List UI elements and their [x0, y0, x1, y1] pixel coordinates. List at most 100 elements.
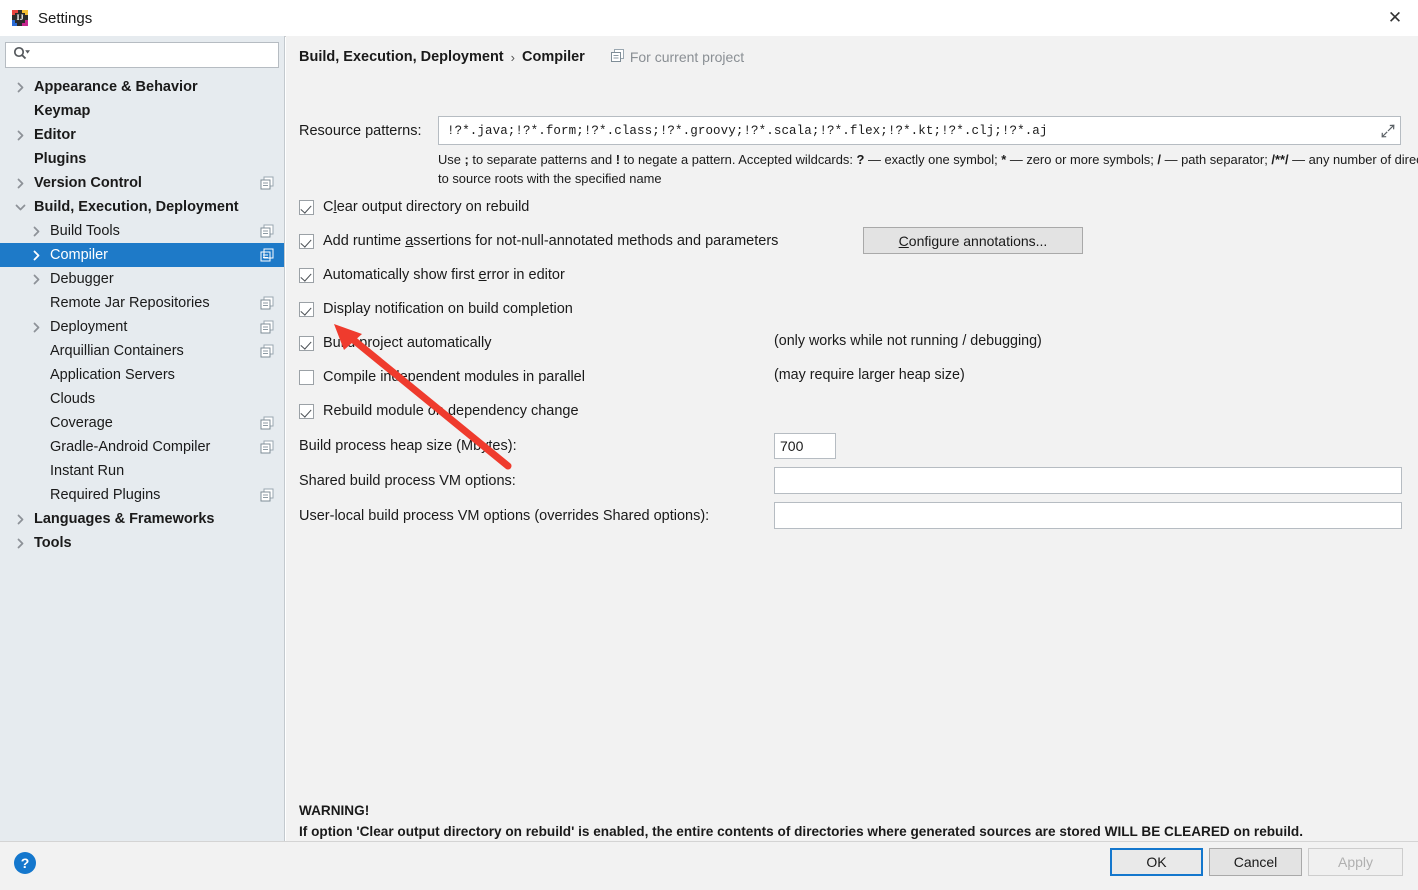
expand-icon[interactable]: [1381, 124, 1395, 141]
checkbox-checked-icon[interactable]: [299, 267, 314, 283]
checkbox-checked-icon[interactable]: [299, 403, 314, 419]
sidebar-item-build-tools[interactable]: Build Tools: [0, 219, 284, 243]
warning-message: WARNING! If option 'Clear output directo…: [299, 801, 1404, 842]
chevron-right-icon[interactable]: [12, 507, 28, 531]
apply-button[interactable]: Apply: [1308, 848, 1403, 876]
field-input[interactable]: [775, 434, 835, 458]
checkbox-checked-icon[interactable]: [299, 335, 314, 351]
sidebar-item-label: Build Tools: [50, 223, 120, 239]
sidebar-item-label: Deployment: [50, 319, 128, 335]
search-input[interactable]: [32, 47, 256, 63]
checkbox-display-notification-on-build-completion[interactable]: Display notification on build completion: [299, 299, 573, 319]
field-user-local-build-process-vm-options-overrides-shared-options[interactable]: [774, 502, 1402, 529]
sidebar-item-label: Coverage: [50, 415, 113, 431]
sidebar-item-plugins[interactable]: Plugins: [0, 147, 284, 171]
field-input[interactable]: [775, 503, 1401, 528]
sidebar-item-label: Arquillian Containers: [50, 343, 184, 359]
configure-annotations-button[interactable]: Configure annotations...: [863, 227, 1083, 254]
checkbox-compile-independent-modules-in-parallel[interactable]: Compile independent modules in parallel: [299, 367, 585, 387]
field-shared-build-process-vm-options[interactable]: [774, 467, 1402, 494]
checkbox-checked-icon[interactable]: [299, 233, 314, 249]
checkbox-checked-icon[interactable]: [299, 301, 314, 317]
sidebar-item-remote-jar-repositories[interactable]: Remote Jar Repositories: [0, 291, 284, 315]
sidebar-item-coverage[interactable]: Coverage: [0, 411, 284, 435]
chevron-right-icon[interactable]: [28, 243, 44, 267]
resource-patterns-help-text: Use ; to separate patterns and ! to nega…: [438, 152, 1418, 186]
ok-button[interactable]: OK: [1110, 848, 1203, 876]
for-current-project-text: For current project: [629, 49, 745, 65]
sidebar-item-gradle-android-compiler[interactable]: Gradle-Android Compiler: [0, 435, 284, 459]
sidebar-item-tools[interactable]: Tools: [0, 531, 284, 555]
breadcrumb-parent[interactable]: Build, Execution, Deployment: [299, 49, 504, 65]
help-button[interactable]: ?: [14, 852, 36, 874]
field-input[interactable]: [775, 468, 1401, 493]
field-label-build-process-heap-size-mbytes: Build process heap size (Mbytes):: [299, 438, 517, 454]
sidebar-item-build-execution-deployment[interactable]: Build, Execution, Deployment: [0, 195, 284, 219]
chevron-right-icon[interactable]: [12, 531, 28, 555]
project-scope-icon: [610, 49, 624, 65]
settings-content: Build, Execution, Deployment › Compiler …: [286, 36, 1418, 841]
sidebar-item-label: Application Servers: [50, 367, 175, 383]
sidebar-item-keymap[interactable]: Keymap: [0, 99, 284, 123]
checkbox-checked-icon[interactable]: [299, 199, 314, 215]
chevron-right-icon[interactable]: [12, 75, 28, 99]
checkbox-label: Build project automatically: [323, 335, 492, 351]
search-container: [0, 36, 284, 68]
checkbox-label: Compile independent modules in parallel: [323, 369, 585, 385]
sidebar-item-compiler[interactable]: Compiler: [0, 243, 284, 267]
sidebar-item-label: Debugger: [50, 271, 114, 287]
chevron-right-icon[interactable]: [28, 315, 44, 339]
sidebar-item-clouds[interactable]: Clouds: [0, 387, 284, 411]
settings-tree: Appearance & Behavior Keymap Editor Plugins…: [0, 75, 284, 555]
sidebar-item-label: Remote Jar Repositories: [50, 295, 210, 311]
sidebar-item-required-plugins[interactable]: Required Plugins: [0, 483, 284, 507]
checkbox-unchecked-icon[interactable]: [299, 369, 314, 385]
chevron-right-icon[interactable]: [28, 219, 44, 243]
checkbox-note: (only works while not running / debuggin…: [774, 333, 1042, 349]
chevron-right-icon[interactable]: [12, 123, 28, 147]
project-scope-icon: [260, 176, 274, 193]
sidebar-item-label: Languages & Frameworks: [34, 511, 215, 527]
project-scope-icon: [260, 320, 274, 337]
sidebar-item-deployment[interactable]: Deployment: [0, 315, 284, 339]
checkbox-build-project-automatically[interactable]: Build project automatically: [299, 333, 491, 353]
for-current-project-label: For current project: [610, 49, 745, 65]
sidebar-item-application-servers[interactable]: Application Servers: [0, 363, 284, 387]
title-bar: IJ Settings ✕: [0, 0, 1418, 37]
field-build-process-heap-size-mbytes[interactable]: [774, 433, 836, 459]
dialog-footer: ?: [0, 841, 1418, 890]
sidebar-item-label: Compiler: [50, 247, 109, 263]
sidebar-item-label: Version Control: [34, 175, 142, 191]
sidebar-item-appearance-behavior[interactable]: Appearance & Behavior: [0, 75, 284, 99]
checkbox-clear-output-directory-on-rebuild[interactable]: Clear output directory on rebuild: [299, 197, 529, 217]
window-title: Settings: [38, 9, 93, 27]
sidebar-item-editor[interactable]: Editor: [0, 123, 284, 147]
warning-title: WARNING!: [299, 803, 370, 818]
checkbox-rebuild-module-on-dependency-change[interactable]: Rebuild module on dependency change: [299, 401, 579, 421]
chevron-right-icon[interactable]: [28, 267, 44, 291]
sidebar-item-debugger[interactable]: Debugger: [0, 267, 284, 291]
cancel-button[interactable]: Cancel: [1209, 848, 1302, 876]
sidebar-item-label: Plugins: [34, 151, 87, 167]
checkbox-label: Add runtime assertions for not-null-anno…: [323, 233, 779, 249]
sidebar-item-label: Build, Execution, Deployment: [34, 199, 239, 215]
resource-patterns-input[interactable]: [439, 122, 1379, 139]
breadcrumb-separator-icon: ›: [510, 49, 515, 65]
resource-patterns-field[interactable]: [438, 116, 1401, 145]
chevron-right-icon[interactable]: [12, 171, 28, 195]
chevron-down-icon[interactable]: [12, 195, 28, 219]
sidebar-item-languages-frameworks[interactable]: Languages & Frameworks: [0, 507, 284, 531]
search-field[interactable]: [5, 42, 279, 68]
checkbox-automatically-show-first-error-in-editor[interactable]: Automatically show first error in editor: [299, 265, 565, 285]
sidebar-item-label: Clouds: [50, 391, 96, 407]
project-scope-icon: [260, 440, 274, 457]
close-icon[interactable]: ✕: [1372, 0, 1418, 35]
checkbox-add-runtime-assertions-for-not-null-annotated-methods-and-parameters[interactable]: Add runtime assertions for not-null-anno…: [299, 231, 778, 251]
sidebar-item-label: Keymap: [34, 103, 91, 119]
sidebar-item-version-control[interactable]: Version Control: [0, 171, 284, 195]
project-scope-icon: [260, 416, 274, 433]
sidebar-item-instant-run[interactable]: Instant Run: [0, 459, 284, 483]
project-scope-icon: [260, 296, 274, 313]
checkbox-note: (may require larger heap size): [774, 367, 965, 383]
sidebar-item-arquillian-containers[interactable]: Arquillian Containers: [0, 339, 284, 363]
